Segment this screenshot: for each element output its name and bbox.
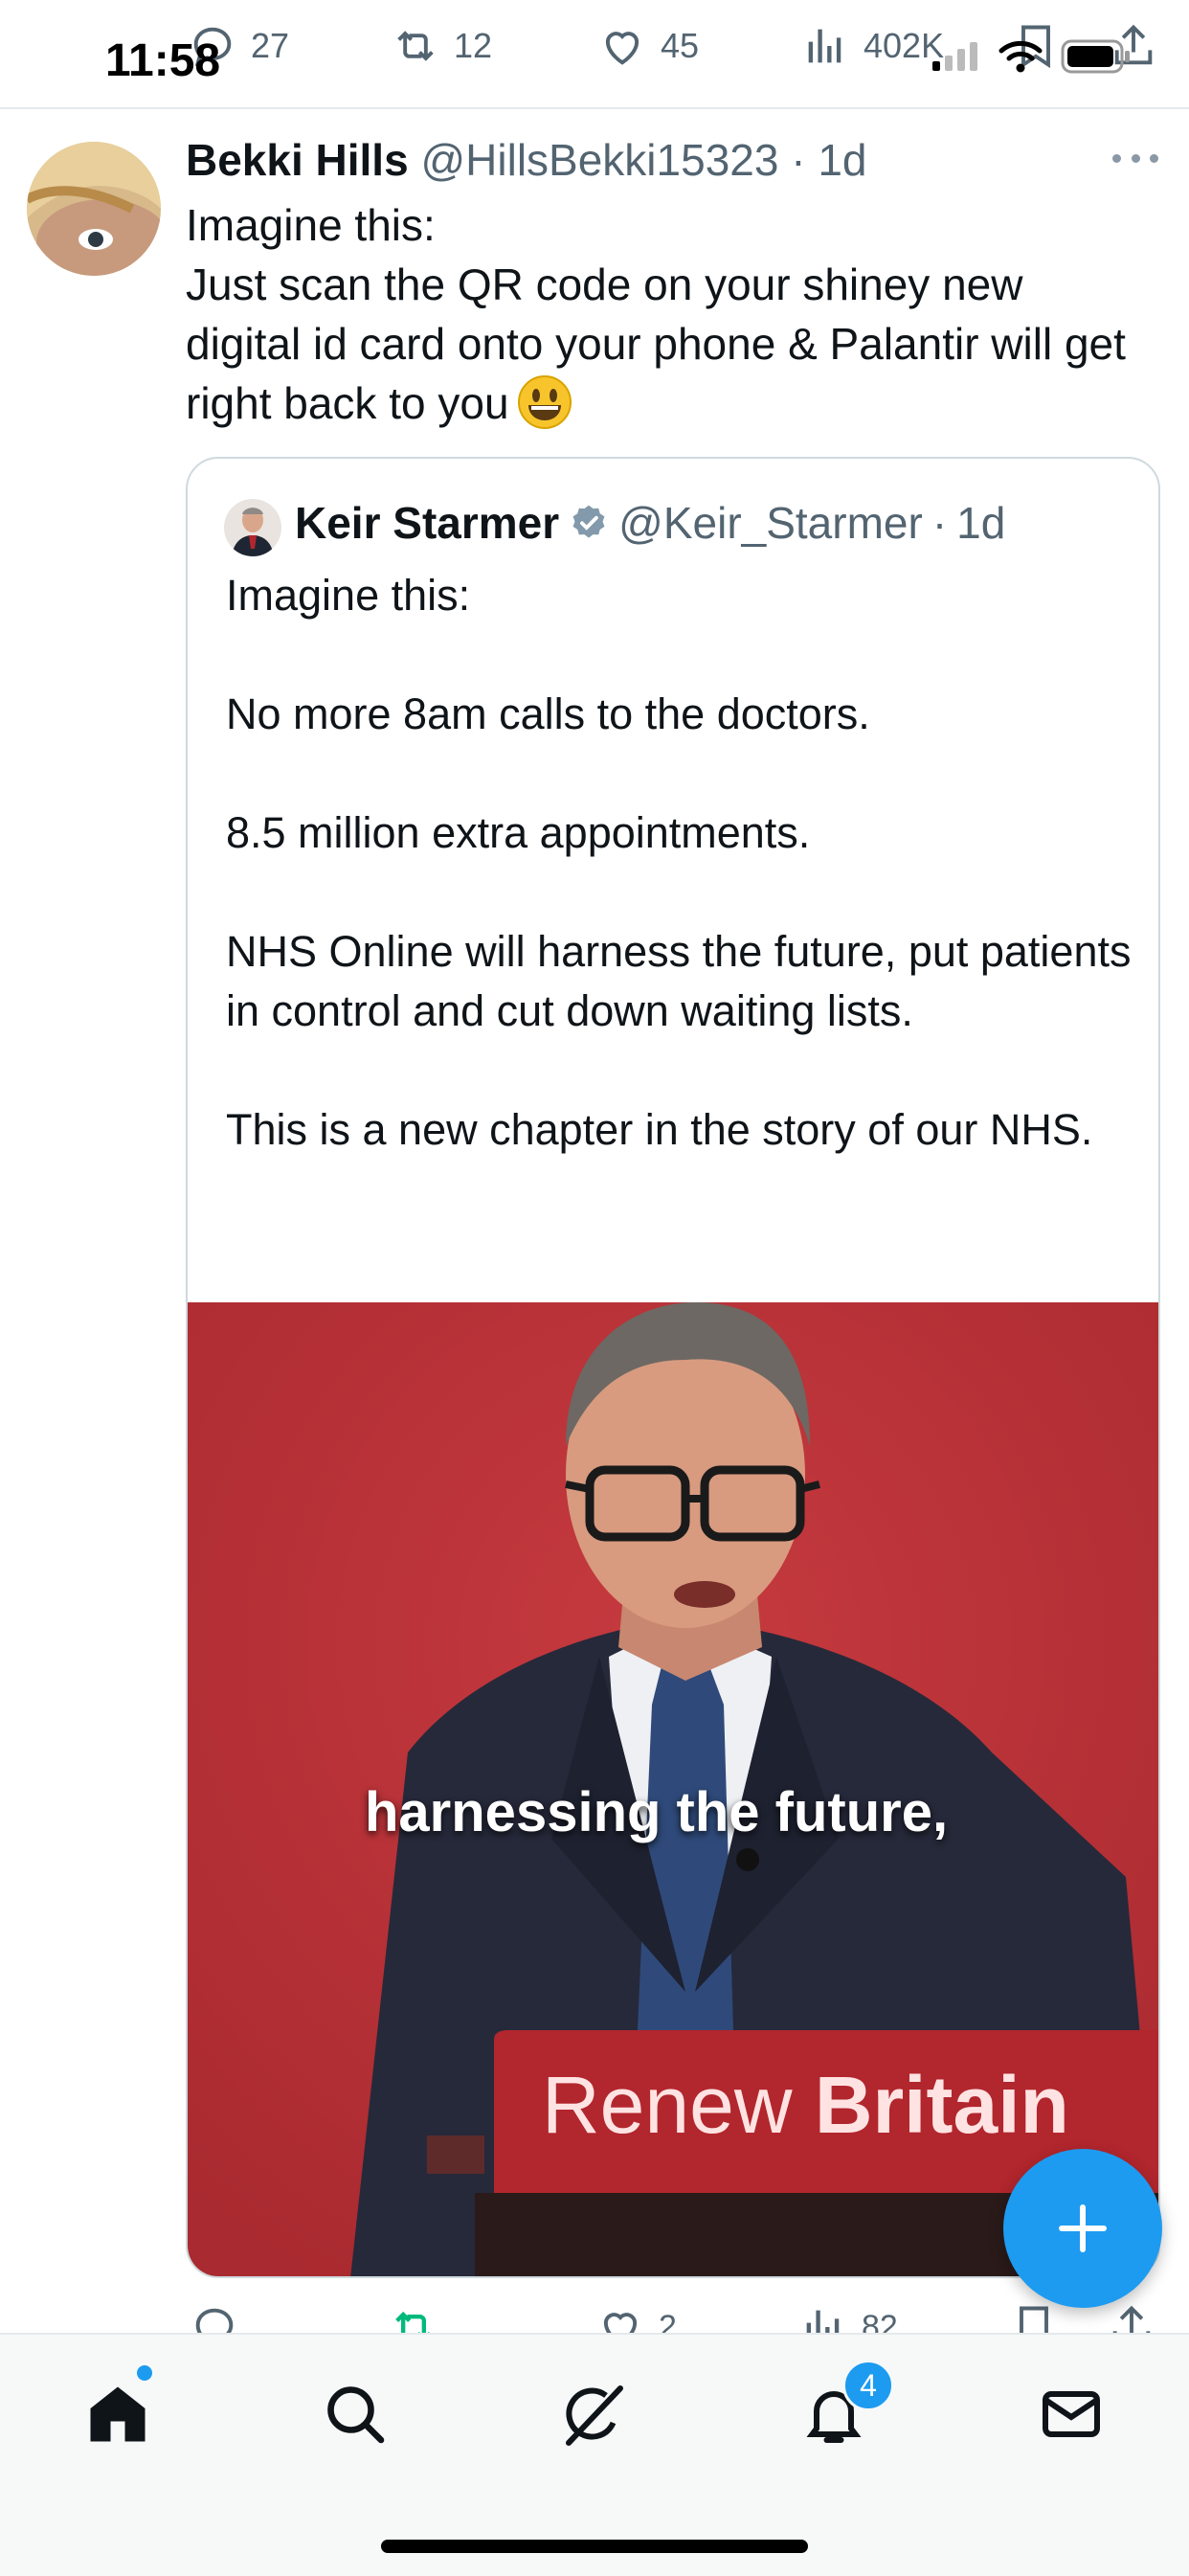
home-icon	[90, 2386, 146, 2442]
messages-icon	[1043, 2391, 1100, 2437]
more-options-icon[interactable]	[1112, 144, 1158, 172]
avatar-photo	[27, 142, 161, 276]
nav-grok[interactable]	[551, 2371, 638, 2457]
grinning-face-emoji-icon	[517, 375, 572, 429]
repost-icon	[395, 2311, 430, 2333]
verified-badge-icon	[572, 505, 605, 538]
tweet-header: Bekki Hills @HillsBekki15323 · 1d	[186, 134, 867, 186]
quoted-tweet-header: Keir Starmer @Keir_Starmer · 1d	[295, 497, 1005, 549]
author-handle[interactable]: @HillsBekki15323	[420, 135, 778, 185]
bookmark-action[interactable]	[1009, 2298, 1059, 2333]
repost-icon	[397, 31, 434, 61]
author-name[interactable]: Bekki Hills	[186, 135, 409, 185]
heart-icon	[603, 2313, 638, 2333]
views-action[interactable]: 82	[798, 2298, 898, 2333]
notification-badge: 4	[842, 2360, 894, 2411]
views-icon	[806, 2310, 840, 2333]
reply-icon	[195, 2308, 234, 2333]
tweet-text: Imagine this: Just scan the QR code on y…	[186, 200, 1126, 428]
lectern-sign-text: Renew	[542, 2060, 815, 2150]
quoted-author-name[interactable]: Keir Starmer	[295, 497, 559, 549]
separator-dot: ·	[778, 135, 819, 185]
nav-search[interactable]	[312, 2371, 398, 2457]
share-icon	[1112, 2305, 1151, 2333]
repost-action[interactable]: 12	[391, 17, 492, 75]
quoted-author-handle[interactable]: @Keir_Starmer	[618, 497, 923, 549]
separator-dot: ·	[931, 498, 948, 548]
search-icon	[327, 2386, 385, 2444]
grok-icon	[566, 2385, 623, 2446]
top-bar: 27 12 45 402K 11:58	[0, 0, 1189, 109]
quoted-tweet-card[interactable]: Keir Starmer @Keir_Starmer · 1d Imagine th…	[186, 457, 1160, 2278]
wifi-icon	[998, 40, 1043, 73]
video-caption: harnessing the future,	[365, 1781, 949, 1843]
cellular-signal-icon	[932, 42, 977, 71]
like-action[interactable]: 2	[595, 2298, 677, 2333]
nav-home[interactable]	[75, 2371, 161, 2457]
repost-action[interactable]	[389, 2298, 438, 2333]
bottom-navigation: 4	[0, 2333, 1189, 2576]
like-action[interactable]: 45	[597, 17, 699, 75]
lectern-sign-bold-text: Britain	[814, 2060, 1069, 2150]
lectern-sign: Renew Britain	[542, 2059, 1069, 2152]
quoted-tweet-text: Imagine this: No more 8am calls to the d…	[226, 571, 1132, 1154]
quoted-avatar-photo	[224, 499, 281, 556]
tweet-age[interactable]: 1d	[818, 135, 866, 185]
home-indicator	[381, 2540, 808, 2553]
plus-icon	[1059, 2204, 1107, 2252]
quoted-tweet-age[interactable]: 1d	[956, 497, 1005, 549]
quoted-author-avatar[interactable]	[224, 499, 281, 556]
bookmark-icon	[1020, 2306, 1048, 2333]
views-action[interactable]: 402K	[800, 17, 944, 75]
nav-messages[interactable]	[1028, 2371, 1114, 2457]
reply-count: 27	[251, 26, 290, 65]
compose-post-button[interactable]	[1003, 2149, 1162, 2308]
share-action[interactable]	[1107, 2298, 1156, 2333]
status-icons	[931, 38, 1132, 75]
like-count: 2	[659, 2308, 677, 2334]
repost-count: 12	[454, 26, 493, 65]
status-time: 11:58	[105, 35, 221, 86]
like-count: 45	[661, 26, 700, 65]
tweet-action-row: 2 82	[186, 2298, 1160, 2333]
views-icon	[808, 29, 841, 63]
views-count: 82	[862, 2308, 898, 2334]
reply-action[interactable]	[190, 2298, 239, 2333]
tweet-body: Imagine this: Just scan the QR code on y…	[186, 195, 1143, 433]
battery-icon	[1061, 39, 1130, 74]
heart-icon	[605, 32, 639, 65]
author-avatar[interactable]	[27, 142, 161, 276]
home-unread-dot	[137, 2365, 152, 2381]
